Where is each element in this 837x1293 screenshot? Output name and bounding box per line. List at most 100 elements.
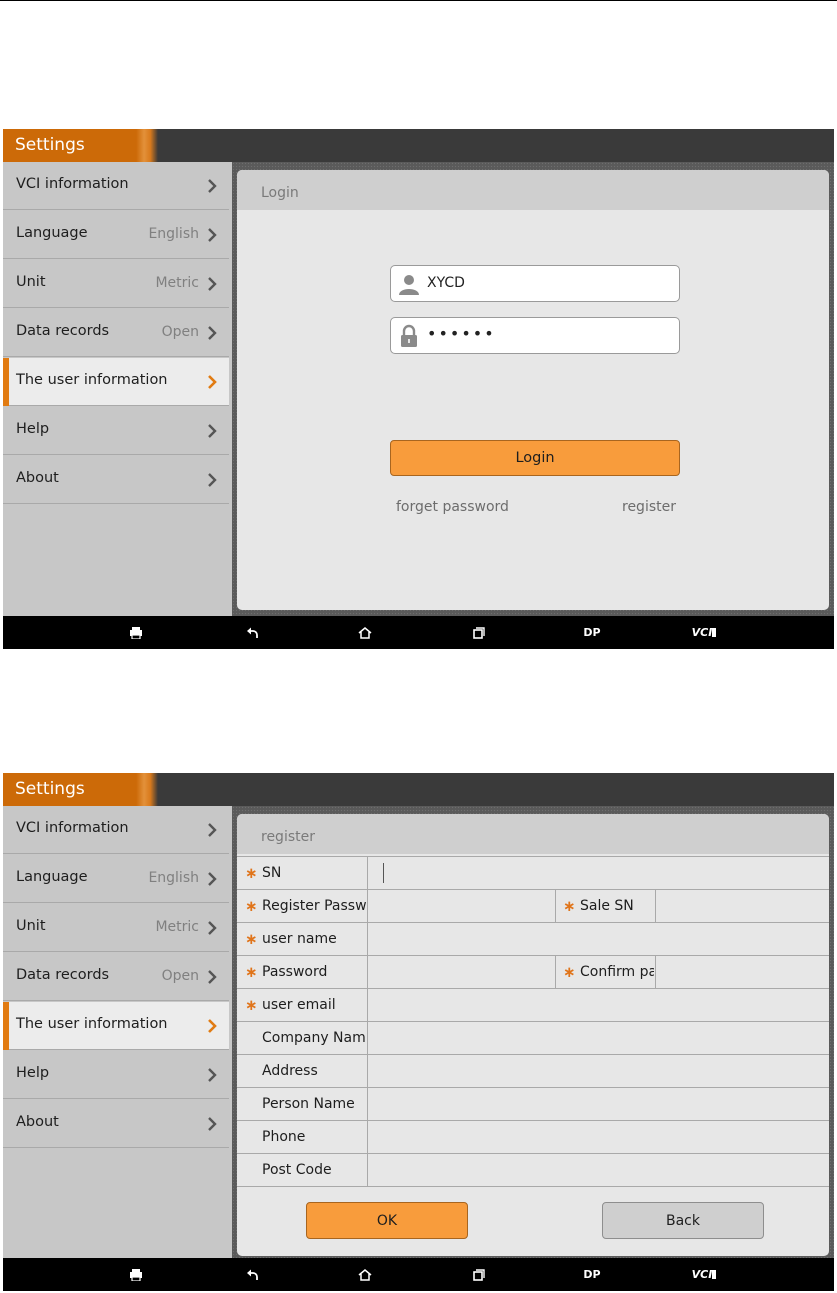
back-button-label: Back: [666, 1213, 700, 1229]
chevron-right-icon: [208, 1019, 217, 1033]
sidebar-item-data-records[interactable]: Data records Open: [3, 309, 229, 357]
vci-status[interactable]: VCI: [689, 616, 719, 649]
sidebar-item-vci-information[interactable]: VCI information: [3, 806, 229, 854]
sidebar-item-label: Help: [16, 1065, 50, 1081]
print-icon[interactable]: [126, 616, 146, 649]
sale-sn-label: Sale SN: [580, 898, 634, 914]
sidebar-item-label: VCI information: [16, 820, 129, 836]
print-icon[interactable]: [126, 1258, 146, 1291]
back-icon[interactable]: [242, 1258, 262, 1291]
chevron-right-icon: [208, 179, 217, 193]
company-name-label: Company Nam: [262, 1030, 366, 1046]
vci-status[interactable]: VCI: [689, 1258, 719, 1291]
chevron-right-icon: [208, 277, 217, 291]
sidebar-item-unit[interactable]: Unit Metric: [3, 904, 229, 952]
settings-sidebar: VCI information Language English Unit Me…: [3, 162, 232, 616]
sale-sn-input[interactable]: [656, 890, 829, 922]
sidebar-item-language[interactable]: Language English: [3, 855, 229, 903]
register-password-label: Register Passw: [262, 898, 366, 914]
back-button[interactable]: Back: [602, 1202, 764, 1239]
form-row-user-email: ∗ user email: [237, 988, 829, 1021]
sidebar-item-about[interactable]: About: [3, 1100, 229, 1148]
vci-plug-icon: [712, 628, 717, 637]
sidebar-item-language[interactable]: Language English: [3, 211, 229, 259]
form-row-post-code: Post Code: [237, 1153, 829, 1186]
required-star: ∗: [245, 963, 258, 981]
company-name-input[interactable]: [368, 1022, 829, 1054]
back-icon[interactable]: [242, 616, 262, 649]
sidebar-item-value: Open: [161, 324, 199, 340]
recent-apps-icon[interactable]: [469, 616, 489, 649]
sidebar-item-label: About: [16, 1114, 59, 1130]
address-input[interactable]: [368, 1055, 829, 1087]
form-row-sn: ∗ SN: [237, 856, 829, 889]
home-icon[interactable]: [355, 1258, 375, 1291]
vci-label: VCI: [691, 626, 713, 639]
phone-input[interactable]: [368, 1121, 829, 1153]
sidebar-item-label: Data records: [16, 967, 110, 983]
sn-input[interactable]: [368, 857, 829, 889]
lock-icon: [401, 324, 417, 347]
ok-button[interactable]: OK: [306, 1202, 468, 1239]
user-icon: [399, 275, 419, 295]
title-bar: Settings: [3, 129, 834, 162]
dp-button[interactable]: DP: [579, 1258, 605, 1291]
sidebar-item-help[interactable]: Help: [3, 1051, 229, 1099]
sidebar-item-label: The user information: [16, 1016, 168, 1032]
form-row-company-name: Company Nam: [237, 1021, 829, 1054]
sn-label: SN: [262, 865, 282, 881]
person-name-label: Person Name: [262, 1096, 355, 1112]
dp-button[interactable]: DP: [579, 616, 605, 649]
login-panel: Login XYCD •••••• Login forget password …: [237, 170, 829, 610]
login-panel-header: Login: [237, 170, 829, 210]
ok-button-label: OK: [376, 1213, 398, 1229]
sidebar-item-label: About: [16, 470, 59, 486]
sidebar-item-unit[interactable]: Unit Metric: [3, 260, 229, 308]
sidebar-item-value: Open: [161, 968, 199, 984]
sidebar-item-data-records[interactable]: Data records Open: [3, 953, 229, 1001]
settings-login-screen: Settings VCI information Language Englis…: [3, 129, 834, 649]
password-field[interactable]: ••••••: [390, 317, 680, 354]
form-row-phone: Phone: [237, 1120, 829, 1153]
title-tab: Settings: [3, 129, 158, 162]
register-link[interactable]: register: [622, 499, 676, 515]
sidebar-item-label: Unit: [16, 274, 46, 290]
chevron-right-icon: [208, 424, 217, 438]
user-email-input[interactable]: [368, 989, 829, 1021]
chevron-right-icon: [208, 1117, 217, 1131]
form-row-password: ∗ Password ∗ Confirm pa: [237, 955, 829, 988]
sidebar-item-help[interactable]: Help: [3, 407, 229, 455]
sidebar-item-about[interactable]: About: [3, 456, 229, 504]
sidebar-item-vci-information[interactable]: VCI information: [3, 162, 229, 210]
sidebar-item-label: Language: [16, 225, 88, 241]
chevron-right-icon: [208, 375, 217, 389]
post-code-input[interactable]: [368, 1154, 829, 1186]
chevron-right-icon: [208, 921, 217, 935]
sidebar-item-label: The user information: [16, 372, 168, 388]
home-icon[interactable]: [355, 616, 375, 649]
username-field[interactable]: XYCD: [390, 265, 680, 302]
password-input[interactable]: [368, 956, 555, 988]
confirm-password-input[interactable]: [656, 956, 829, 988]
login-button[interactable]: Login: [390, 440, 680, 476]
person-name-input[interactable]: [368, 1088, 829, 1120]
phone-label: Phone: [262, 1129, 306, 1145]
system-nav-bar: DP VCI: [3, 616, 834, 649]
sidebar-item-user-information[interactable]: The user information: [3, 1002, 229, 1050]
form-bottom-border: [237, 1186, 829, 1187]
sidebar-item-label: VCI information: [16, 176, 129, 192]
sidebar-item-label: Unit: [16, 918, 46, 934]
forget-password-link[interactable]: forget password: [396, 499, 509, 515]
user-name-input[interactable]: [368, 923, 829, 955]
sidebar-item-value: English: [148, 870, 199, 886]
form-row-address: Address: [237, 1054, 829, 1087]
sidebar-item-value: English: [148, 226, 199, 242]
required-star: ∗: [563, 963, 576, 981]
register-password-input[interactable]: [368, 890, 555, 922]
form-row-register-password: ∗ Register Passw ∗ Sale SN: [237, 889, 829, 922]
sidebar-item-user-information[interactable]: The user information: [3, 358, 229, 406]
recent-apps-icon[interactable]: [469, 1258, 489, 1291]
register-title: register: [261, 829, 315, 845]
login-button-label: Login: [515, 450, 555, 466]
chevron-right-icon: [208, 823, 217, 837]
